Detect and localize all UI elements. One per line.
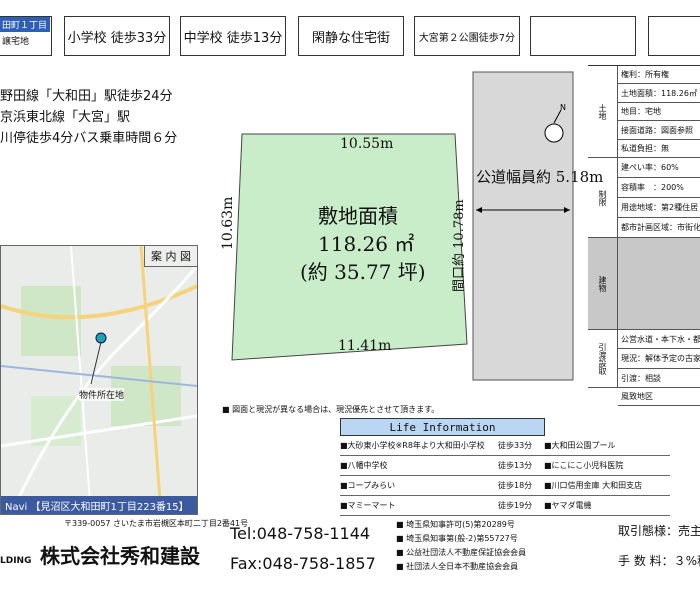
spec-row: 接面道路：図面参照 <box>618 121 700 140</box>
company-address: 〒339-0057 さいたま市岩槻区本町二丁目2番41号 <box>64 519 249 528</box>
map-title: 案 内 図 <box>144 246 197 267</box>
map-footer: Navi 【見沼区大和田町1丁目223番15】 <box>1 496 197 514</box>
transaction-type: 取引態様：売主 <box>618 524 700 538</box>
company-fax: Fax:048-758-1857 <box>230 554 376 573</box>
guide-map[interactable]: 案 内 図 物件所在地 Navi 【見沼区大和田町1丁目223番15】 <box>0 245 198 515</box>
spec-building-label: 建物 <box>588 238 618 330</box>
tag-junior-high: 中学校 徒歩13分 <box>180 16 286 56</box>
spec-row: 私道負担：無 <box>618 140 700 158</box>
frontage-label: 間口約 10.78m <box>452 199 467 292</box>
spec-table: 土地 権利：所有権 土地面積：118.26㎡ 地目：宅地 接面道路：図面参照 私… <box>588 65 700 406</box>
life-walk: 徒歩13分 <box>498 461 533 470</box>
life-place: ■コープみらい <box>340 481 396 490</box>
map-marker-label: 物件所在地 <box>79 388 125 401</box>
spec-limits-label: 制限 <box>588 158 618 238</box>
life-place-2: ■にこにこ小児科医院 <box>544 461 624 470</box>
tag-elementary-label: 小学校 徒歩33分 <box>67 30 167 46</box>
left-side-label: 10.63m <box>220 196 236 250</box>
route-line: 野田線「大和田」駅徒歩24分 <box>0 89 173 104</box>
fee: 手 数 料：３%税 <box>618 554 700 568</box>
life-place-2: ■大和田公園プール <box>544 441 616 450</box>
spec-row: 用途地域：第2種住居 <box>618 198 700 218</box>
spec-land-label: 土地 <box>588 66 618 158</box>
life-walk: 徒歩33分 <box>498 441 533 450</box>
company-logo: LDING <box>0 556 32 566</box>
tag-park: 大宮第２公園徒歩7分 <box>414 16 520 56</box>
tag-junior-high-label: 中学校 徒歩13分 <box>183 30 283 46</box>
life-place: ■八幡中学校 <box>340 461 388 470</box>
license-line: ■ 公益社団法人不動産保証協会会員 <box>396 548 527 557</box>
life-row: ■八幡中学校 徒歩13分 ■にこにこ小児科医院 <box>340 456 670 476</box>
bottom-side-label: 11.41m <box>338 338 392 354</box>
spec-delivery-label: 引渡設取 <box>588 330 618 388</box>
road-width-label: 公道幅員約 5.18m <box>476 168 604 186</box>
spec-row: 権利：所有権 <box>618 66 700 84</box>
life-place-2: ■ヤマダ電機 <box>544 501 592 510</box>
life-row: ■コープみらい 徒歩18分 ■川口信用金庫 大和田支店 <box>340 476 670 496</box>
access-routes: 野田線「大和田」駅徒歩24分 京浜東北線「大宮」駅 川停徒歩4分バス乗車時間６分 <box>0 86 177 149</box>
tag-elementary: 小学校 徒歩33分 <box>64 16 170 56</box>
license-line: ■ 社団法人全日本不動産協会会員 <box>396 562 519 571</box>
area-title: 敷地面積 <box>318 204 398 228</box>
tag-quiet: 閑静な住宅街 <box>298 16 404 56</box>
route-line: 川停徒歩4分バス乗車時間６分 <box>0 131 178 146</box>
life-row: ■マミーマート 徒歩19分 ■ヤマダ電機 <box>340 496 670 516</box>
spec-row: 地目：宅地 <box>618 103 700 121</box>
map-graphic <box>1 246 197 514</box>
spec-building-empty <box>618 238 700 330</box>
tag-quiet-label: 閑静な住宅街 <box>311 30 390 46</box>
spec-row: 都市計画区域：市街化 <box>618 218 700 238</box>
license-line: ■ 埼玉県知事第(般-2)第55727号 <box>396 534 518 543</box>
life-place: ■大砂東小学校※R8年より大和田小学校 <box>340 441 485 450</box>
disclaimer-note: ■ 図面と現況が異なる場合は、現況優先とさせて頂きます。 <box>222 405 440 414</box>
tag-park-label: 大宮第２公園徒歩7分 <box>418 32 516 44</box>
life-information: Life Information ■大砂東小学校※R8年より大和田小学校 徒歩3… <box>340 418 670 516</box>
road <box>472 71 574 381</box>
life-row: ■大砂東小学校※R8年より大和田小学校 徒歩33分 ■大和田公園プール <box>340 436 670 456</box>
life-walk: 徒歩18分 <box>498 481 533 490</box>
spec-row: 引渡：相談 <box>618 369 700 388</box>
compass-n: N <box>560 103 566 112</box>
company-licenses: ■ 埼玉県知事許可(5)第20289号 ■ 埼玉県知事第(般-2)第55727号… <box>396 518 526 574</box>
route-line: 京浜東北線「大宮」駅 <box>0 110 131 125</box>
life-header: Life Information <box>340 418 545 436</box>
tag-location-sub: 譲宅地 <box>2 37 30 47</box>
property-marker <box>95 332 107 344</box>
spec-row: 土地面積：118.26㎡ <box>618 84 700 103</box>
company-name: 株式会社秀和建設 <box>40 544 200 568</box>
tag-empty-1 <box>530 16 636 56</box>
spec-row: 風致地区 <box>618 388 700 406</box>
license-line: ■ 埼玉県知事許可(5)第20289号 <box>396 520 515 529</box>
spec-row: 建ぺい率：60% <box>618 158 700 178</box>
top-side-label: 10.55m <box>340 136 394 152</box>
life-place-2: ■川口信用金庫 大和田支店 <box>544 481 643 490</box>
spec-row: 現況：解体予定の古家 <box>618 349 700 369</box>
area-value: 118.26 ㎡ <box>318 232 415 256</box>
spec-row: 公営水道・本下水・都 <box>618 330 700 349</box>
spec-row: 容積率 ：200% <box>618 178 700 198</box>
tag-location: 田町１丁目 譲宅地 <box>0 16 52 56</box>
tag-location-label: 田町１丁目 <box>0 17 51 32</box>
life-place: ■マミーマート <box>340 501 396 510</box>
company-tel[interactable]: Tel:048-758-1144 <box>230 524 370 543</box>
life-walk: 徒歩19分 <box>498 501 533 510</box>
tag-empty-2 <box>648 16 700 56</box>
area-tsubo: (約 35.77 坪) <box>300 260 426 284</box>
